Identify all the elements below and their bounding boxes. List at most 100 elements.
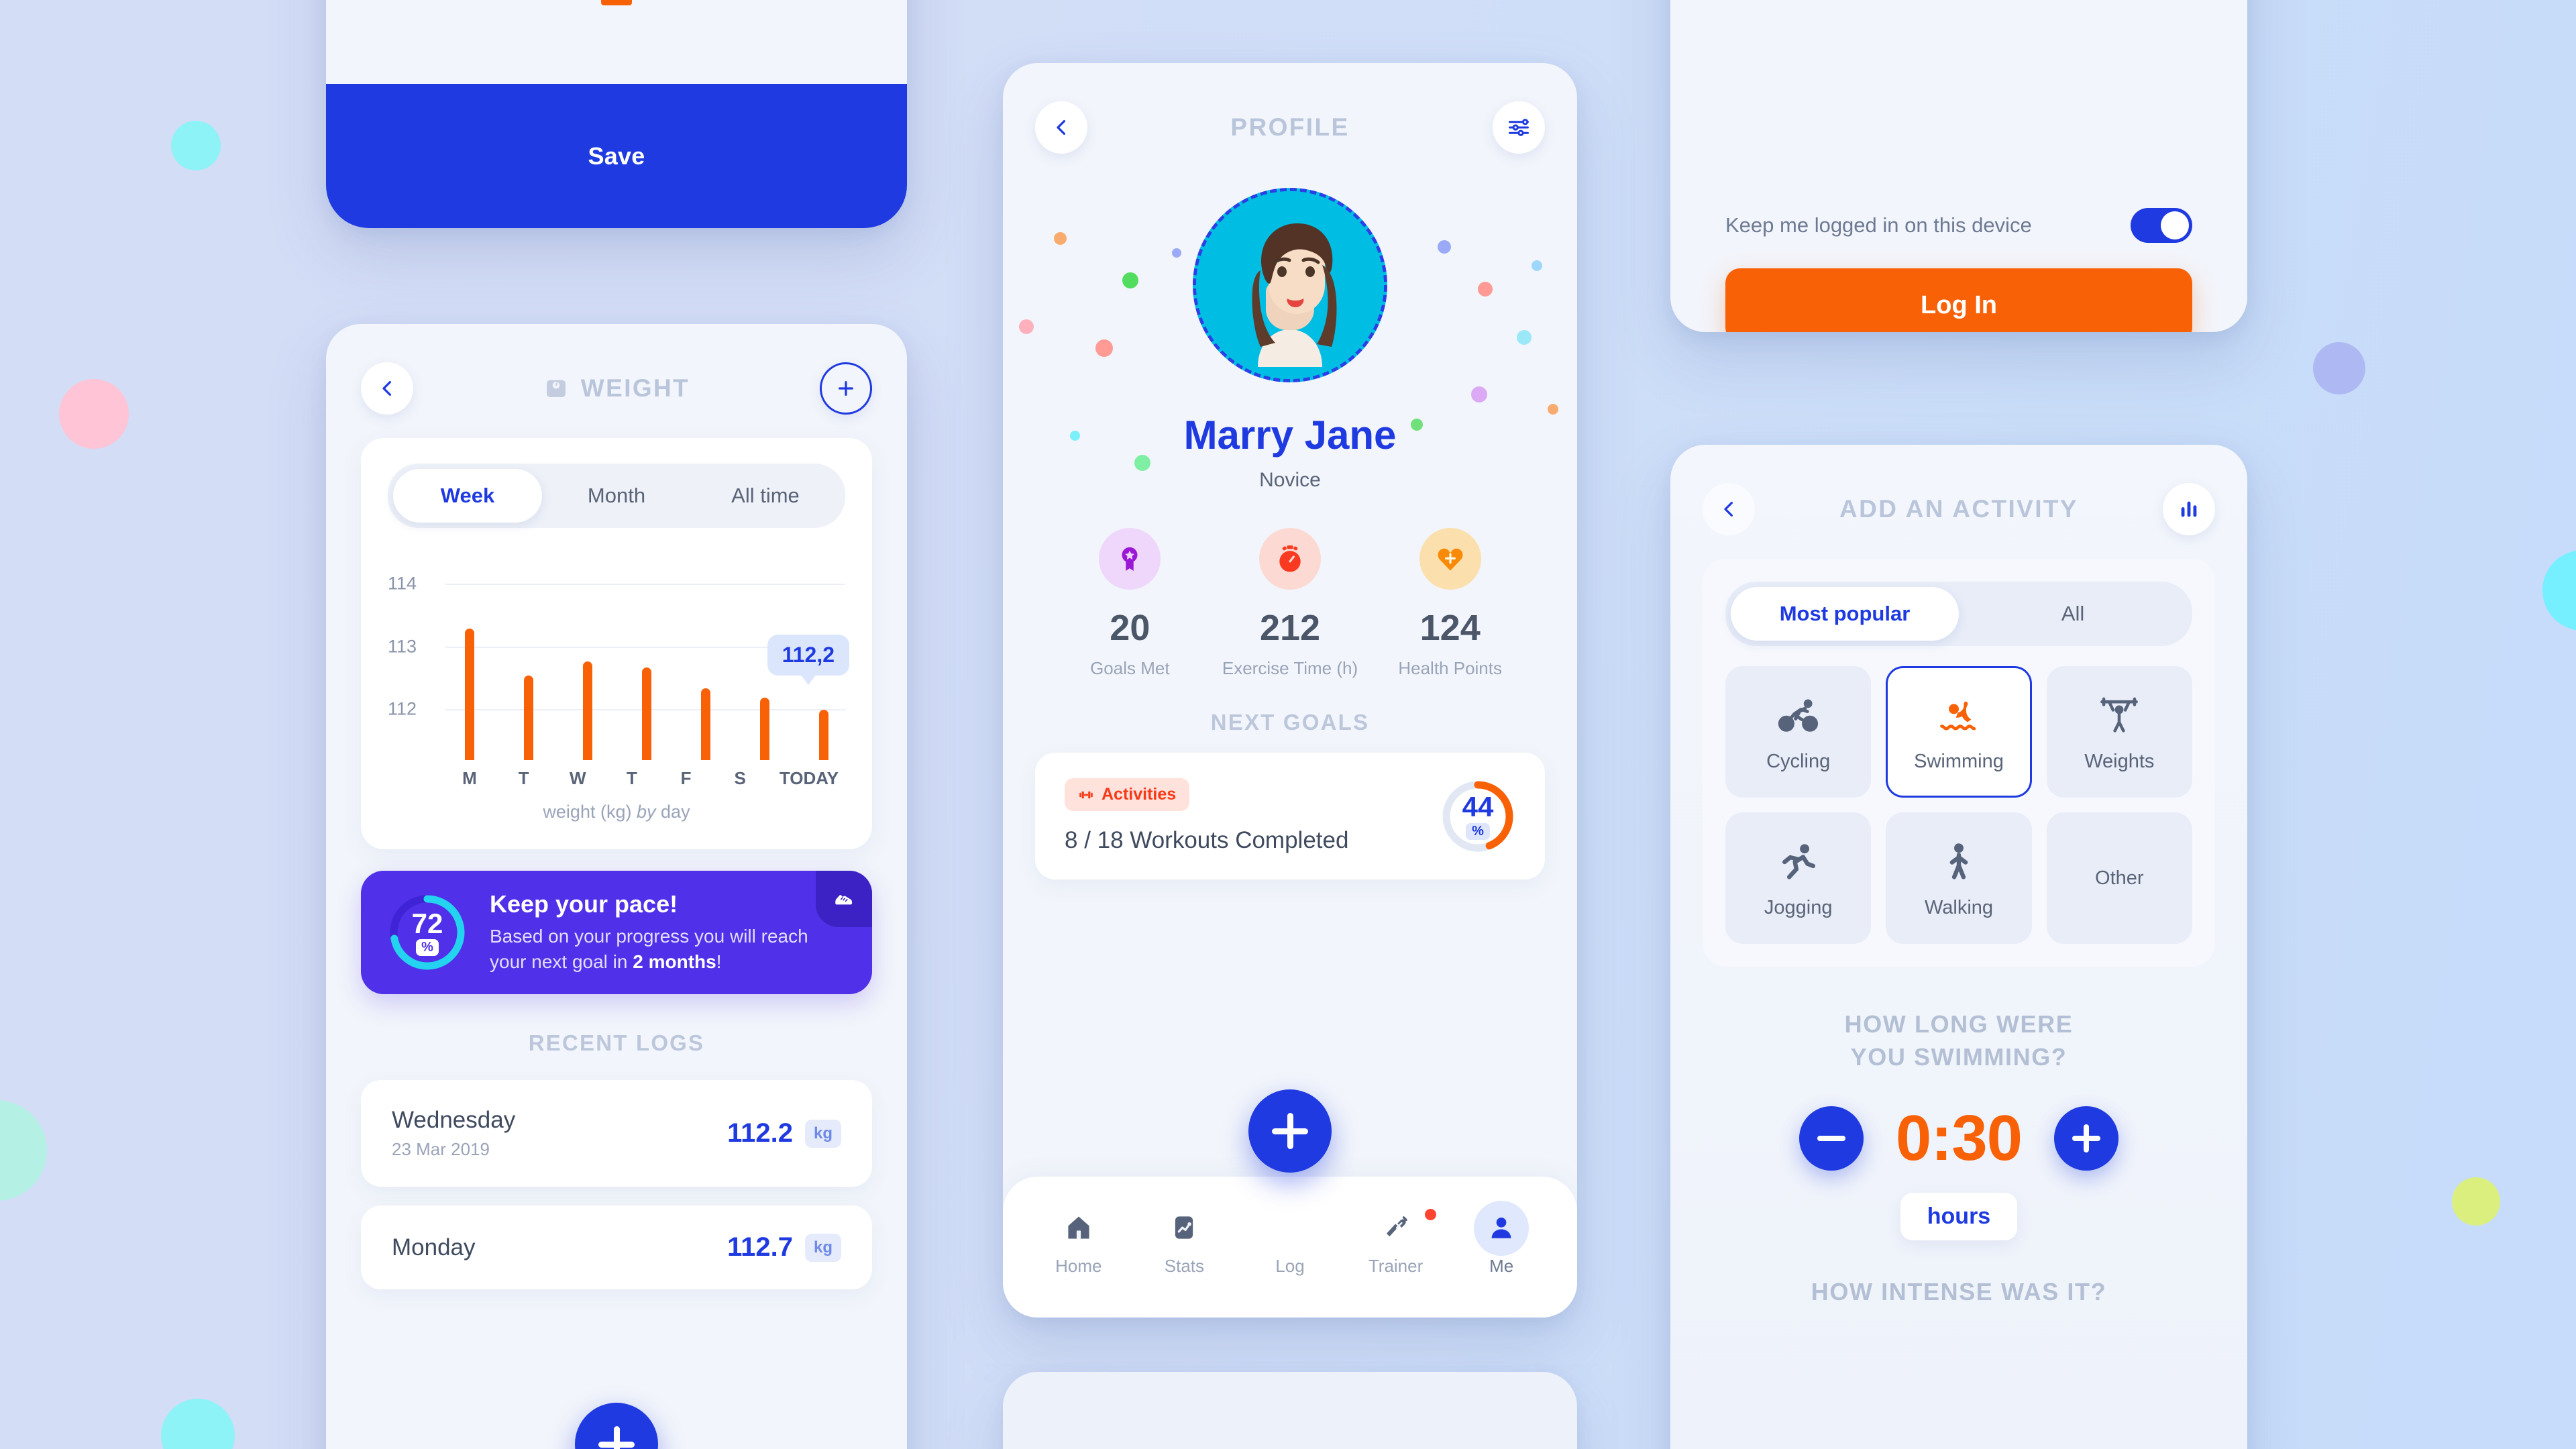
goal-text-block: Activities 8 / 18 Workouts Completed: [1065, 778, 1348, 854]
confetti-dot: [1532, 260, 1542, 271]
weight-back-button[interactable]: [361, 362, 413, 415]
confetti-dot: [1122, 272, 1138, 288]
activity-back-button[interactable]: [1703, 483, 1755, 535]
chart-x-tick: F: [680, 768, 692, 788]
pace-percent-unit: %: [416, 938, 439, 956]
dumbbell-icon: [1079, 791, 1093, 798]
tab-stats[interactable]: Stats: [1132, 1208, 1238, 1277]
decor-circle-pink-1: [59, 379, 129, 449]
heart-plus-icon: [1438, 548, 1463, 571]
tab-label: Stats: [1164, 1256, 1205, 1276]
tab-icon-wrap: [1132, 1208, 1238, 1248]
tab-label: Home: [1055, 1256, 1102, 1276]
tab-me[interactable]: Me: [1448, 1201, 1554, 1277]
jogging-icon: [1782, 843, 1815, 879]
chart-bar-column[interactable]: [455, 572, 484, 760]
avatar[interactable]: [1193, 188, 1387, 382]
chevron-left-icon: [382, 381, 391, 396]
activity-weights[interactable]: Weights: [2046, 666, 2192, 798]
activity-chart-button[interactable]: [2162, 483, 2215, 535]
walking-icon: [1949, 843, 1968, 879]
goal-percent-unit: %: [1466, 822, 1490, 840]
chart-bar: [583, 661, 592, 760]
duration-unit-toggle[interactable]: hours: [1900, 1193, 2018, 1241]
page-title: PROFILE: [1230, 113, 1349, 142]
activity-label: Swimming: [1914, 750, 2004, 772]
range-tab-month[interactable]: Month: [542, 469, 691, 523]
intensity-question: HOW INTENSE WAS IT?: [1811, 1278, 2107, 1306]
decor-circle-cyan-1: [171, 121, 221, 170]
profile-rank: Novice: [1259, 469, 1321, 491]
chart-bar-column[interactable]: [514, 572, 543, 760]
tab-home[interactable]: Home: [1026, 1208, 1132, 1277]
activity-swimming[interactable]: Swimming: [1886, 666, 2032, 798]
chart-bar-column[interactable]: [632, 572, 661, 760]
weight-chart-card: Week Month All time 114 113 112 M T W T F S TODA…: [361, 438, 872, 849]
log-value-block: 112.7 kg: [727, 1232, 841, 1263]
add-activity-screen-card: ADD AN ACTIVITY Most popular All Cycling…: [1670, 445, 2247, 1449]
stat-label: Health Points: [1398, 658, 1502, 678]
log-row-monday[interactable]: Monday 112.7 kg: [361, 1205, 872, 1289]
save-button[interactable]: Save: [326, 84, 907, 228]
activity-cycling[interactable]: Cycling: [1725, 666, 1872, 798]
chart-bar-column[interactable]: [573, 572, 602, 760]
activity-icon-wrap: [1937, 838, 1980, 886]
keep-logged-in-toggle[interactable]: [2131, 208, 2192, 243]
profile-stats-row: 20 Goals Met 212 Exercise Time (h) 124 H…: [1035, 528, 1545, 679]
pace-body-bold: 2 months: [633, 951, 716, 972]
duration-increase-button[interactable]: [2054, 1106, 2119, 1171]
duration-question: HOW LONG WERE YOU SWIMMING?: [1703, 1008, 2215, 1073]
chevron-left-icon: [1724, 502, 1733, 517]
stat-icon-wrap: [1099, 528, 1161, 590]
decor-circle-cyan-2: [161, 1399, 235, 1449]
filter-tab-most-popular[interactable]: Most popular: [1731, 587, 1959, 641]
range-tab-week[interactable]: Week: [393, 469, 542, 523]
login-button[interactable]: Log In: [1725, 268, 2192, 332]
confetti-dot: [1478, 282, 1493, 297]
chart-caption: weight (kg) by day: [388, 802, 845, 822]
range-tab-alltime[interactable]: All time: [691, 469, 840, 523]
filter-tab-all[interactable]: All: [1959, 587, 2187, 641]
log-value: 112.2: [727, 1118, 793, 1148]
log-unit: kg: [804, 1119, 841, 1148]
add-weight-button[interactable]: [819, 362, 872, 415]
profile-name: Marry Jane: [1183, 413, 1397, 458]
confetti-dot: [1411, 419, 1423, 431]
goal-card-activities[interactable]: Activities 8 / 18 Workouts Completed 44 …: [1035, 753, 1545, 879]
chart-bar: [642, 667, 651, 760]
keep-pace-card[interactable]: 72 % Keep your pace! Based on your progr…: [361, 871, 872, 994]
tab-trainer[interactable]: Trainer: [1343, 1208, 1449, 1277]
tab-log[interactable]: Log: [1237, 1208, 1343, 1277]
tab-label: Log: [1275, 1256, 1305, 1276]
chart-y-tick: 112: [388, 698, 417, 719]
confetti-dot: [1054, 232, 1067, 245]
sliders-icon: [1508, 119, 1529, 136]
page-title-text: PROFILE: [1230, 113, 1350, 141]
goal-badge-label: Activities: [1102, 785, 1177, 804]
activity-panel: Most popular All Cycling Swimming Weight…: [1703, 559, 2215, 967]
chart-caption-main: weight (kg): [543, 802, 632, 822]
weight-bar-chart: 114 113 112 M T W T F S TODAY 112,2: [388, 559, 849, 788]
chart-bar-column[interactable]: [691, 572, 720, 760]
decor-circle-cyan-3: [2542, 550, 2576, 631]
chart-bar: [760, 697, 769, 760]
profile-settings-button[interactable]: [1492, 101, 1545, 154]
activity-jogging[interactable]: Jogging: [1725, 812, 1872, 944]
log-row-wednesday[interactable]: Wednesday 23 Mar 2019 112.2 kg: [361, 1080, 872, 1187]
log-day: Monday: [392, 1234, 476, 1260]
page-title: WEIGHT: [543, 374, 690, 402]
activity-other[interactable]: Other: [2046, 812, 2192, 944]
goal-percent-wrap: 44 %: [1440, 779, 1515, 854]
range-segmented-control: Week Month All time: [388, 464, 845, 528]
activity-filter-segmented: Most popular All: [1725, 582, 2192, 646]
cycling-icon: [1778, 698, 1818, 732]
tab-icon-wrap: [1343, 1208, 1449, 1248]
duration-decrease-button[interactable]: [1799, 1106, 1864, 1171]
home-icon: [1068, 1216, 1089, 1239]
stat-value: 124: [1419, 608, 1481, 648]
log-fab-button[interactable]: [1248, 1089, 1332, 1173]
activity-walking[interactable]: Walking: [1886, 812, 2032, 944]
chart-value-tooltip: 112,2: [767, 635, 849, 686]
activity-label: Jogging: [1764, 896, 1833, 918]
profile-back-button[interactable]: [1035, 101, 1087, 154]
